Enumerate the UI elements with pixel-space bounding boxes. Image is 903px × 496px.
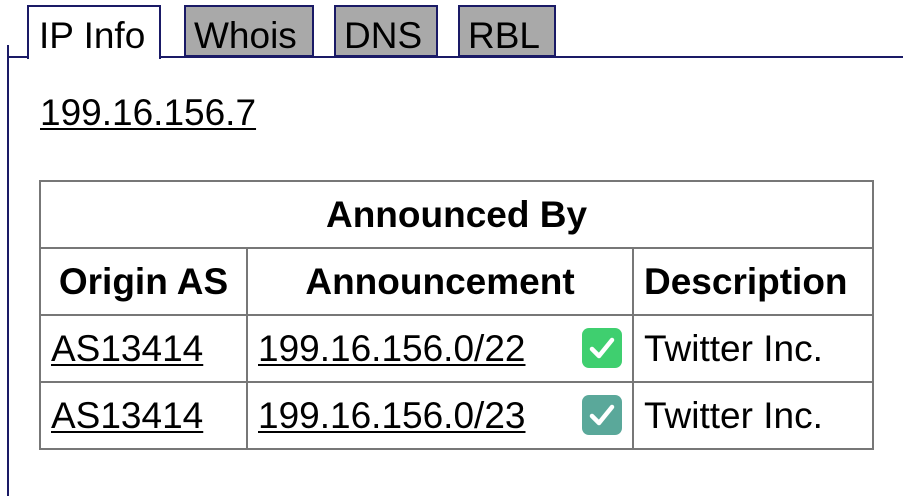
description-cell: Twitter Inc. xyxy=(632,314,874,383)
table-row: AS13414 199.16.156.0/23 Twitter Inc. xyxy=(39,381,874,450)
panel-border xyxy=(159,56,903,58)
tab-bar: IP Info Whois DNS RBL xyxy=(0,0,903,59)
check-icon xyxy=(582,328,622,368)
tab-ip-info[interactable]: IP Info xyxy=(27,5,161,59)
tab-rbl-label: RBL xyxy=(468,15,540,56)
tab-rbl[interactable]: RBL xyxy=(458,5,556,57)
table-row: AS13414 199.16.156.0/22 Twitter Inc. xyxy=(39,314,874,383)
origin-as-cell: AS13414 xyxy=(39,381,248,450)
panel-border xyxy=(7,56,29,58)
announcement-cell: 199.16.156.0/22 xyxy=(246,314,634,383)
announcement-link[interactable]: 199.16.156.0/22 xyxy=(258,328,525,369)
origin-as-link[interactable]: AS13414 xyxy=(51,328,203,369)
origin-as-cell: AS13414 xyxy=(39,314,248,383)
ip-address-link[interactable]: 199.16.156.7 xyxy=(40,92,256,134)
panel-border xyxy=(7,56,9,496)
table-caption: Announced By xyxy=(39,180,874,249)
description-cell: Twitter Inc. xyxy=(632,381,874,450)
tab-whois-label: Whois xyxy=(194,15,297,56)
tab-dns[interactable]: DNS xyxy=(334,5,438,57)
tab-ip-info-label: IP Info xyxy=(39,15,146,56)
announcement-cell: 199.16.156.0/23 xyxy=(246,381,634,450)
column-header-announcement: Announcement xyxy=(246,247,634,316)
announced-by-table: Announced By Origin AS Announcement Desc… xyxy=(39,180,874,450)
origin-as-link[interactable]: AS13414 xyxy=(51,395,203,436)
tab-dns-label: DNS xyxy=(344,15,423,56)
column-header-description: Description xyxy=(632,247,874,316)
check-icon xyxy=(582,395,622,435)
announcement-link[interactable]: 199.16.156.0/23 xyxy=(258,395,525,436)
tab-whois[interactable]: Whois xyxy=(184,5,314,57)
column-header-origin-as: Origin AS xyxy=(39,247,248,316)
